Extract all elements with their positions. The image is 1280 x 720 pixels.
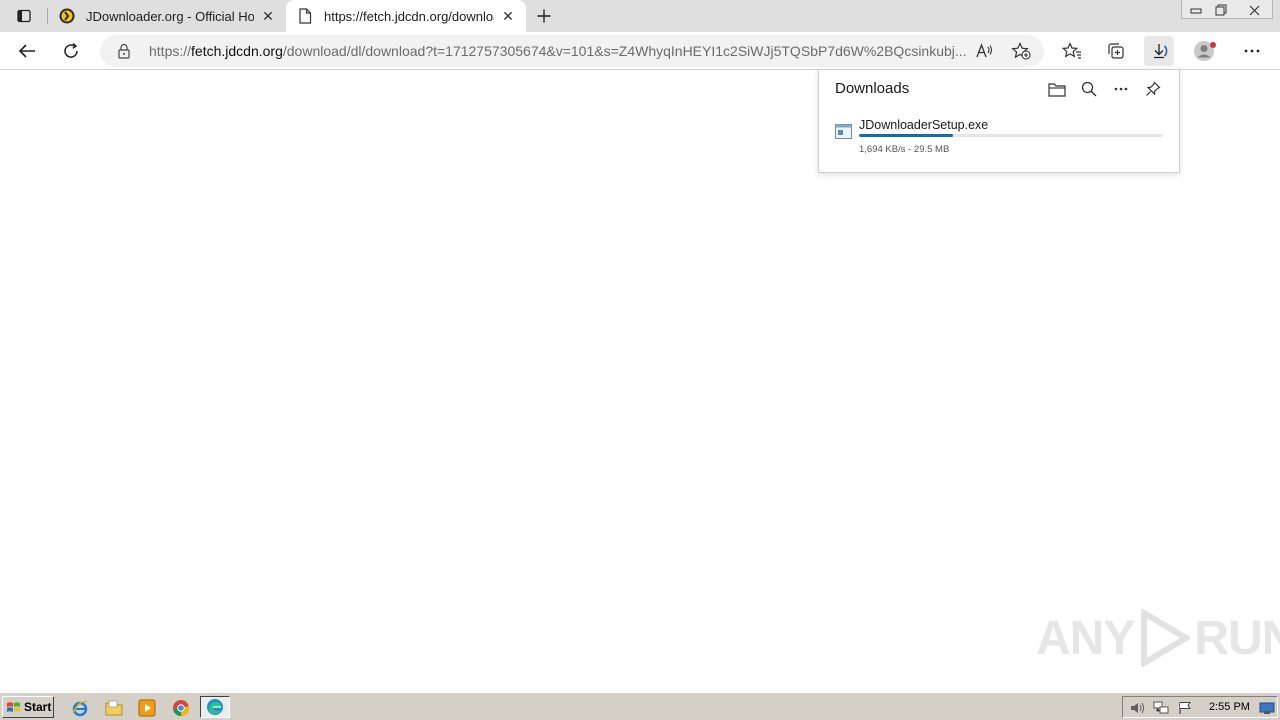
system-tray: 2:55 PM xyxy=(1122,696,1278,718)
download-progress-bar xyxy=(859,134,1163,137)
tab-title: https://fetch.jdcdn.org/download/dl/down… xyxy=(324,8,494,24)
page-icon xyxy=(296,7,314,25)
url-scheme: https:// xyxy=(149,43,192,59)
favorites-button[interactable] xyxy=(1057,36,1087,66)
settings-more-button[interactable] xyxy=(1237,36,1267,66)
download-progress-fill xyxy=(859,134,954,137)
pin-icon xyxy=(1146,81,1161,96)
favorites-icon xyxy=(1062,42,1081,59)
avatar-icon xyxy=(1194,41,1216,61)
close-icon xyxy=(1249,5,1259,15)
start-button[interactable]: Start xyxy=(2,696,54,718)
collections-button[interactable] xyxy=(1101,36,1131,66)
network-icon[interactable] xyxy=(1153,700,1169,716)
edge-icon xyxy=(207,699,223,715)
tab-download-page[interactable]: https://fetch.jdcdn.org/download/dl/down… xyxy=(286,0,526,32)
browser-toolbar: https://fetch.jdcdn.org/download/dl/down… xyxy=(0,32,1280,70)
taskbar-clock[interactable]: 2:55 PM xyxy=(1209,701,1250,713)
chrome-icon xyxy=(173,700,190,717)
downloads-flyout: Downloads JDownloaderSetup.exe 1,694 KB/… xyxy=(818,69,1180,173)
plus-icon xyxy=(537,9,551,23)
edge-taskbar-button[interactable] xyxy=(200,696,230,718)
folder-icon xyxy=(105,700,123,716)
tab-close-icon[interactable]: ✕ xyxy=(260,8,276,24)
jdownloader-favicon xyxy=(58,7,76,25)
profile-button[interactable] xyxy=(1190,36,1220,66)
read-aloud-icon xyxy=(976,43,993,58)
new-tab-button[interactable] xyxy=(532,5,556,27)
action-center-flag-icon[interactable] xyxy=(1177,700,1193,716)
tab-close-icon[interactable]: ✕ xyxy=(500,8,516,24)
more-horizontal-icon xyxy=(1114,87,1128,91)
back-arrow-icon xyxy=(18,44,35,58)
file-explorer-launcher[interactable] xyxy=(104,698,124,718)
more-horizontal-icon xyxy=(1244,49,1260,53)
add-favorite-button[interactable] xyxy=(1006,36,1036,66)
tab-strip: JDownloader.org - Official Homepage ✕ ht… xyxy=(0,0,1280,32)
chrome-launcher[interactable] xyxy=(171,698,191,718)
anyrun-watermark: ANY RUN xyxy=(1036,606,1280,670)
lock-icon[interactable] xyxy=(116,43,132,59)
search-icon xyxy=(1081,81,1097,97)
volume-icon[interactable] xyxy=(1129,700,1145,716)
start-label: Start xyxy=(24,700,52,714)
download-icon xyxy=(1154,44,1168,59)
read-aloud-button[interactable] xyxy=(970,36,1000,66)
back-button[interactable] xyxy=(12,36,42,66)
downloads-more-options-button[interactable] xyxy=(1110,78,1132,100)
download-item[interactable]: JDownloaderSetup.exe 1,694 KB/s - 29.5 M… xyxy=(819,112,1179,162)
show-desktop-icon[interactable] xyxy=(1259,700,1275,716)
open-downloads-folder-button[interactable] xyxy=(1046,78,1068,100)
taskbar: Start 2:55 PM xyxy=(0,692,1280,720)
folder-icon xyxy=(1048,82,1066,97)
download-filename[interactable]: JDownloaderSetup.exe xyxy=(859,118,988,132)
minimize-icon xyxy=(1190,8,1202,14)
refresh-icon xyxy=(64,42,78,58)
refresh-button[interactable] xyxy=(56,36,86,66)
star-add-icon xyxy=(1011,42,1031,60)
search-downloads-button[interactable] xyxy=(1078,78,1100,100)
internet-explorer-icon xyxy=(72,700,88,717)
watermark-text-right: RUN xyxy=(1194,611,1280,665)
windows-logo-icon xyxy=(7,701,20,712)
tab-title: JDownloader.org - Official Homepage xyxy=(86,8,254,24)
url-host: fetch.jdcdn.org xyxy=(191,43,283,59)
internet-explorer-launcher[interactable] xyxy=(70,698,90,718)
downloads-button[interactable] xyxy=(1144,36,1174,66)
close-window-button[interactable] xyxy=(1241,0,1267,20)
pin-downloads-button[interactable] xyxy=(1142,78,1164,100)
downloads-title: Downloads xyxy=(835,80,910,97)
download-speed-size: 1,694 KB/s - 29.5 MB xyxy=(859,144,950,155)
media-player-launcher[interactable] xyxy=(137,698,157,718)
restore-button[interactable] xyxy=(1208,0,1234,20)
url-text[interactable]: https://fetch.jdcdn.org/download/dl/down… xyxy=(149,43,969,59)
minimize-button[interactable] xyxy=(1183,0,1209,20)
address-bar[interactable]: https://fetch.jdcdn.org/download/dl/down… xyxy=(100,35,1044,67)
watermark-text-left: ANY xyxy=(1036,611,1135,665)
media-player-icon xyxy=(138,699,156,717)
url-path: /download/dl/download?t=1712757305674&v=… xyxy=(282,43,967,59)
restore-icon xyxy=(1215,4,1227,16)
downloads-header: Downloads xyxy=(819,70,1179,108)
tab-jdownloader-homepage[interactable]: JDownloader.org - Official Homepage ✕ xyxy=(48,0,286,32)
tab-actions-icon xyxy=(17,9,31,23)
play-icon xyxy=(1141,609,1191,667)
collections-icon xyxy=(1108,43,1124,59)
tab-actions-button[interactable] xyxy=(8,4,40,28)
executable-file-icon xyxy=(835,124,852,139)
